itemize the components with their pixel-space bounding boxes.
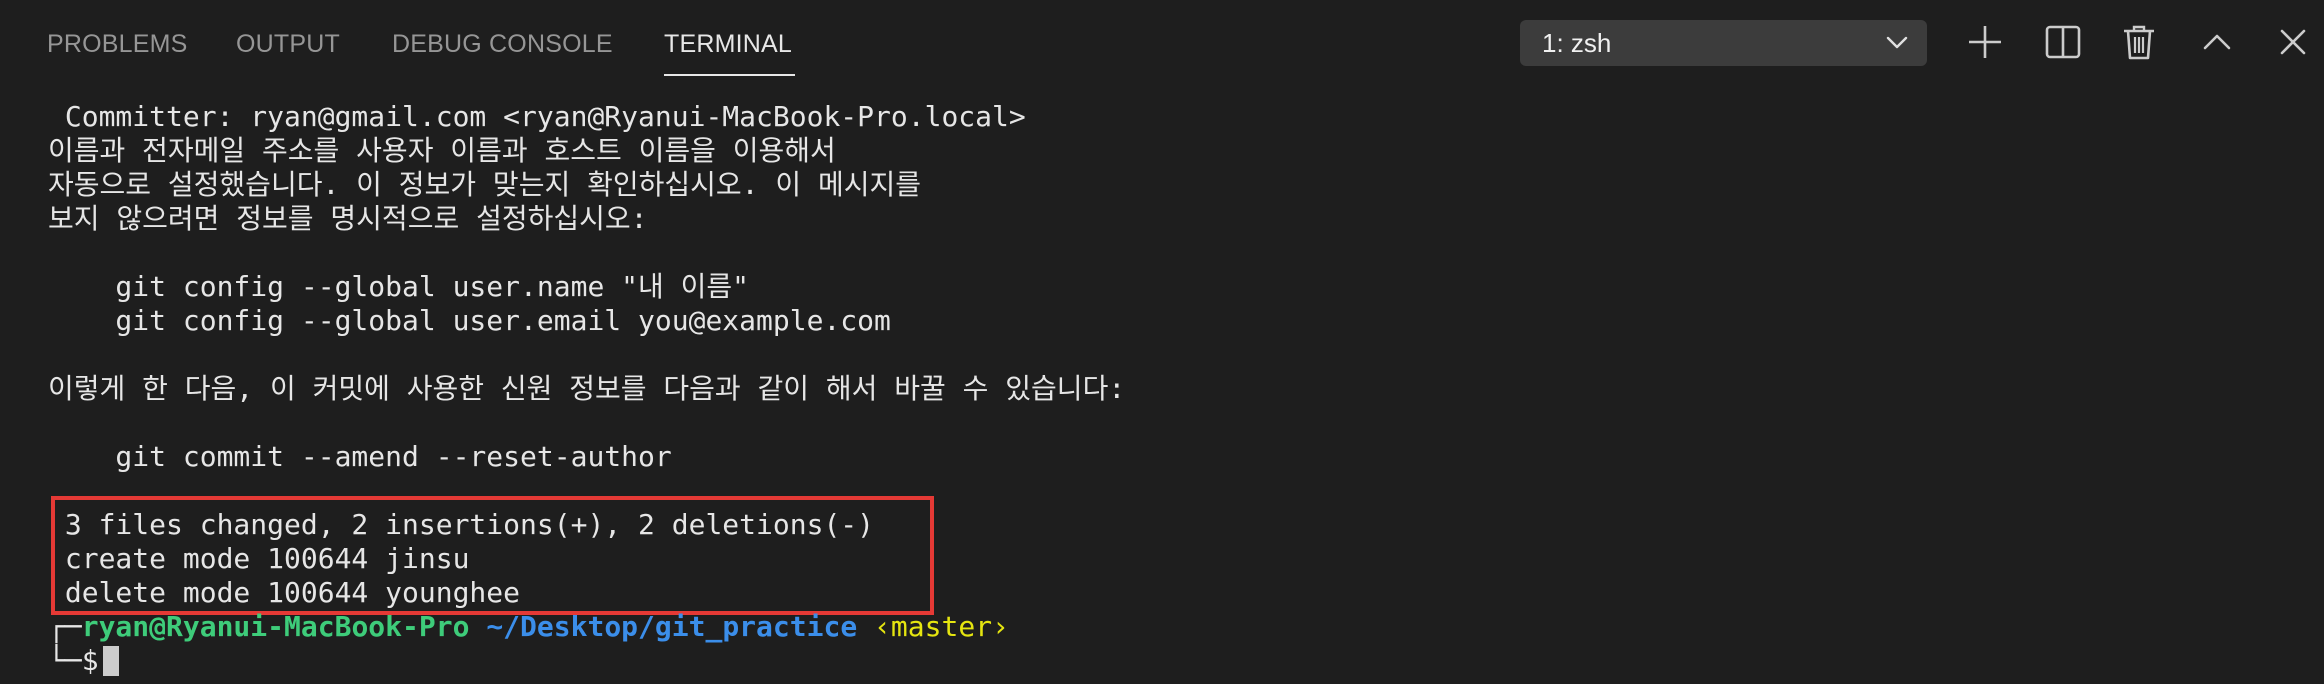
chevron-up-icon[interactable]	[2197, 22, 2237, 62]
trash-icon[interactable]	[2119, 22, 2159, 62]
commit-summary-highlight	[51, 496, 934, 615]
panel-tab-bar: PROBLEMS OUTPUT DEBUG CONSOLE TERMINAL 1…	[0, 0, 2324, 84]
terminal-select-value: 1: zsh	[1542, 28, 1612, 58]
terminal-output[interactable]: Committer: ryan@gmail.com <ryan@Ryanui-M…	[0, 84, 2324, 684]
tab-problems[interactable]: PROBLEMS	[47, 28, 188, 64]
terminal-line: git config --global user.name "내 이름"	[48, 270, 750, 303]
prompt-symbol: $	[81, 644, 99, 677]
chevron-down-icon	[1885, 32, 1909, 54]
terminal-line: 자동으로 설정했습니다. 이 정보가 맞는지 확인하십시오. 이 메시지를	[48, 168, 921, 201]
tab-debug-console[interactable]: DEBUG CONSOLE	[392, 28, 613, 64]
terminal-line: 보지 않으려면 정보를 명시적으로 설정하십시오:	[48, 202, 648, 235]
terminal-cursor	[102, 646, 119, 676]
prompt-bottom-bracket: └─	[48, 644, 82, 677]
terminal-line: 이렇게 한 다음, 이 커밋에 사용한 신원 정보를 다음과 같이 해서 바꿀 …	[48, 372, 1126, 405]
plus-icon[interactable]	[1965, 22, 2005, 62]
split-icon[interactable]	[2043, 22, 2083, 62]
terminal-line: git commit --amend --reset-author	[48, 440, 672, 473]
terminal-line: Committer: ryan@gmail.com <ryan@Ryanui-M…	[48, 100, 1026, 133]
close-icon[interactable]	[2273, 22, 2313, 62]
tab-terminal[interactable]: TERMINAL	[664, 28, 792, 64]
prompt-line: ┌─ryan@Ryanui-MacBook-Pro ~/Desktop/git_…	[48, 610, 1009, 644]
prompt-path: ~/Desktop/git_practice	[486, 610, 858, 643]
terminal-line: git config --global user.email you@examp…	[48, 304, 891, 337]
terminal-line: 이름과 전자메일 주소를 사용자 이름과 호스트 이름을 이용해서	[48, 134, 836, 167]
prompt-user-host: ryan@Ryanui-MacBook-Pro	[81, 610, 470, 643]
active-tab-indicator	[664, 74, 795, 76]
prompt-top-bracket: ┌─	[48, 610, 82, 643]
prompt-branch: ‹master›	[874, 610, 1009, 643]
terminal-select[interactable]: 1: zsh	[1520, 20, 1927, 66]
prompt-input-line[interactable]: └─$	[48, 644, 119, 678]
tab-output[interactable]: OUTPUT	[236, 28, 340, 64]
terminal-panel: PROBLEMS OUTPUT DEBUG CONSOLE TERMINAL 1…	[0, 0, 2324, 684]
